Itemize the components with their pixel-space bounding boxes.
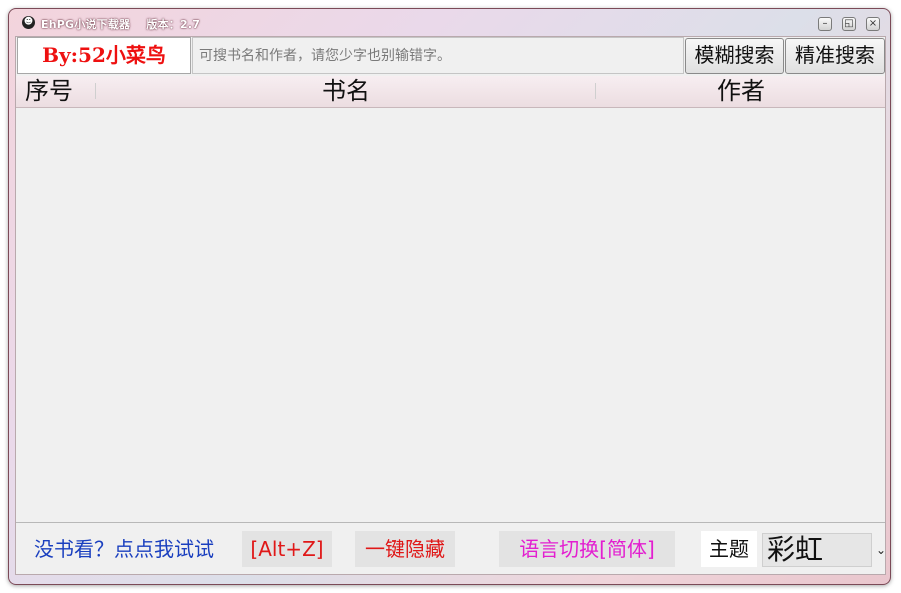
app-window: ☻ EhPG小说下载器 版本：2.7 – ◱ × By:52小菜鸟 模糊搜索 精…: [8, 8, 891, 585]
version-label: 版本：2.7: [146, 18, 201, 31]
search-input[interactable]: [192, 37, 684, 74]
close-button[interactable]: ×: [866, 17, 880, 31]
minimize-button[interactable]: –: [818, 17, 832, 31]
hide-button[interactable]: 一键隐藏: [355, 531, 455, 567]
window-title: EhPG小说下载器 版本：2.7: [41, 18, 201, 31]
table-header: 序号 书名 作者: [16, 76, 885, 108]
language-switch-button[interactable]: 语言切换[简体]: [499, 531, 675, 567]
title-bar[interactable]: ☻ EhPG小说下载器 版本：2.7 – ◱ ×: [8, 8, 891, 36]
hotkey-label: [Alt+Z]: [242, 531, 332, 567]
main-panel: By:52小菜鸟 模糊搜索 精准搜索 序号 书名 作者 没书看？点点我试试 [A…: [15, 36, 886, 575]
brand-label: By:52小菜鸟: [17, 37, 191, 74]
try-random-link[interactable]: 没书看？点点我试试: [34, 531, 214, 567]
app-icon[interactable]: ☻: [22, 16, 35, 29]
column-header-author[interactable]: 作者: [597, 76, 885, 107]
exact-search-button[interactable]: 精准搜索: [785, 38, 885, 74]
maximize-button[interactable]: ◱: [842, 17, 856, 31]
theme-select[interactable]: 彩虹: [762, 533, 872, 567]
fuzzy-search-button[interactable]: 模糊搜索: [685, 38, 784, 74]
results-list[interactable]: [16, 108, 885, 522]
divider: [16, 522, 885, 523]
column-header-index[interactable]: 序号: [16, 76, 82, 107]
column-header-title[interactable]: 书名: [97, 76, 595, 107]
column-divider[interactable]: [95, 83, 96, 99]
column-divider[interactable]: [595, 83, 596, 99]
theme-label: 主题: [701, 531, 757, 567]
chevron-down-icon[interactable]: ⌄: [876, 543, 886, 557]
